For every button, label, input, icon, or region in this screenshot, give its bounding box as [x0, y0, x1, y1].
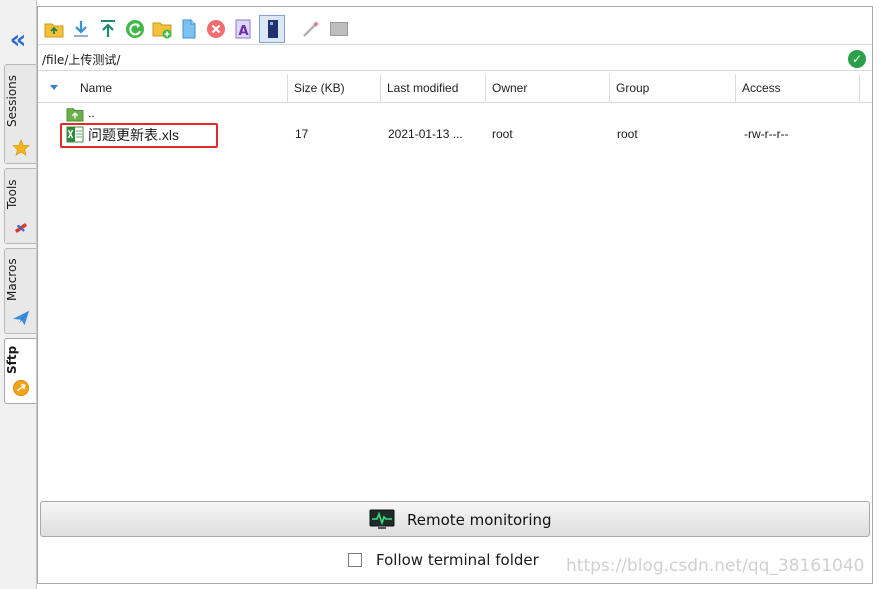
tab-sftp[interactable]: Sftp: [4, 338, 36, 404]
tab-tools[interactable]: Tools: [4, 168, 36, 244]
table-header: Name Size (KB) Last modified Owner Group…: [38, 74, 872, 103]
follow-terminal-folder-label: Follow terminal folder: [376, 551, 539, 569]
selection-highlight-box: [60, 123, 218, 148]
monitor-icon: [369, 509, 395, 529]
remote-monitoring-label: Remote monitoring: [407, 511, 552, 529]
column-group[interactable]: Group: [610, 74, 736, 103]
tab-tools-label: Tools: [5, 179, 19, 209]
column-name[interactable]: Name: [38, 74, 288, 103]
row-last-modified: 2021-01-13 ...: [388, 127, 463, 141]
tab-macros-label: Macros: [5, 258, 19, 302]
magic-icon[interactable]: [300, 18, 322, 40]
remote-monitoring-button[interactable]: Remote monitoring: [40, 501, 870, 537]
new-folder-icon[interactable]: [151, 18, 173, 40]
column-last-modified[interactable]: Last modified: [381, 74, 486, 103]
upload-icon[interactable]: [97, 18, 119, 40]
download-icon[interactable]: [70, 18, 92, 40]
row-group: root: [617, 127, 638, 141]
delete-icon[interactable]: [205, 18, 227, 40]
sftp-toolbar: A: [38, 11, 872, 45]
sftp-icon: [12, 379, 30, 397]
tab-sessions-label: Sessions: [5, 74, 19, 128]
row-owner: root: [492, 127, 513, 141]
column-owner[interactable]: Owner: [486, 74, 610, 103]
new-file-icon[interactable]: [178, 18, 200, 40]
row-access: -rw-r--r--: [744, 127, 789, 141]
tab-sessions[interactable]: Sessions: [4, 64, 36, 164]
column-access[interactable]: Access: [736, 74, 860, 103]
parent-folder-icon[interactable]: [43, 18, 65, 40]
watermark: https://blog.csdn.net/qq_38161040: [566, 556, 865, 576]
paper-plane-icon: [12, 310, 30, 326]
row-size: 17: [295, 127, 309, 141]
check-icon: ✓: [848, 50, 866, 68]
tools-icon: [15, 223, 27, 233]
side-tab-strip: « Sessions Tools Macros Sftp: [0, 0, 37, 589]
refresh-icon[interactable]: [124, 18, 146, 40]
double-chevron-left-icon[interactable]: «: [4, 26, 32, 54]
toggle-panel-icon[interactable]: [259, 15, 285, 43]
tab-macros[interactable]: Macros: [4, 248, 36, 334]
path-input[interactable]: /file/上传测试/: [42, 51, 120, 68]
sftp-panel: A /file/上传测试/ ✓ Name Size (KB) Last modi…: [37, 6, 873, 584]
svg-text:A: A: [239, 24, 249, 39]
column-size[interactable]: Size (KB): [288, 74, 381, 103]
path-bar[interactable]: /file/上传测试/ ✓: [38, 47, 872, 71]
star-icon: [12, 139, 30, 156]
follow-terminal-folder-checkbox[interactable]: [348, 553, 362, 567]
terminal-icon[interactable]: [328, 18, 350, 40]
row-name: ..: [88, 106, 95, 120]
parent-folder-icon: [66, 108, 84, 122]
rename-icon[interactable]: A: [232, 18, 254, 40]
tab-sftp-label: Sftp: [5, 345, 19, 375]
